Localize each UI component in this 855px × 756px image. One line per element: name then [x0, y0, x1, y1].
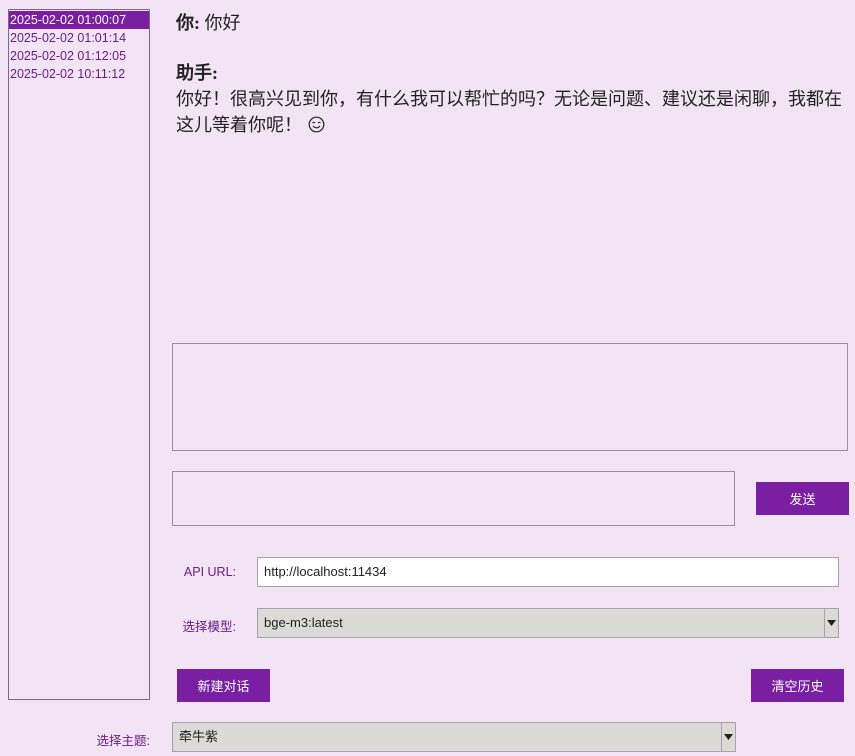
history-item[interactable]: 2025-02-02 01:12:05 [9, 47, 149, 65]
chevron-down-icon[interactable] [824, 609, 838, 637]
assistant-text: 你好！很高兴见到你，有什么我可以帮忙的吗？无论是问题、建议还是闲聊，我都在这儿等… [176, 89, 842, 135]
user-message: 你: 你好 [176, 10, 848, 36]
theme-label: 选择主题: [96, 734, 150, 748]
history-item[interactable]: 2025-02-02 01:00:07 [9, 11, 149, 29]
api-url-label: API URL: [183, 565, 236, 579]
assistant-reply: 你好！很高兴见到你，有什么我可以帮忙的吗？无论是问题、建议还是闲聊，我都在这儿等… [176, 86, 848, 140]
smiling-face-icon [308, 114, 325, 140]
model-select[interactable]: bge-m3:latest [257, 608, 839, 638]
theme-select[interactable]: 牵牛紫 [172, 722, 736, 752]
model-label: 选择模型: [182, 620, 236, 634]
history-list[interactable]: 2025-02-02 01:00:07 2025-02-02 01:01:14 … [8, 9, 150, 700]
assistant-label: 助手: [176, 63, 218, 83]
clear-history-button[interactable]: 清空历史 [751, 669, 844, 702]
user-label: 你: [176, 13, 200, 33]
message-input[interactable] [172, 471, 735, 526]
send-button[interactable]: 发送 [756, 482, 849, 515]
user-text: 你好 [204, 13, 241, 33]
chat-display: 你: 你好 助手: 你好！很高兴见到你，有什么我可以帮忙的吗？无论是问题、建议还… [176, 10, 848, 140]
theme-select-value: 牵牛紫 [179, 729, 219, 744]
model-select-value: bge-m3:latest [264, 615, 343, 630]
chevron-down-icon[interactable] [721, 723, 735, 751]
new-chat-button[interactable]: 新建对话 [177, 669, 270, 702]
api-url-input[interactable]: http://localhost:11434 [257, 557, 839, 587]
output-area[interactable] [172, 343, 848, 451]
history-item[interactable]: 2025-02-02 10:11:12 [9, 65, 149, 83]
assistant-message: 助手: 你好！很高兴见到你，有什么我可以帮忙的吗？无论是问题、建议还是闲聊，我都… [176, 60, 848, 140]
history-item[interactable]: 2025-02-02 01:01:14 [9, 29, 149, 47]
